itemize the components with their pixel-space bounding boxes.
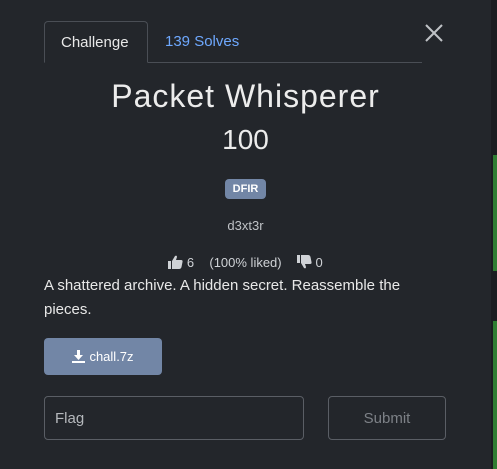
challenge-title: Packet Whisperer xyxy=(111,78,380,114)
submit-button[interactable]: Submit xyxy=(328,396,446,440)
challenge-author: d3xt3r xyxy=(227,218,264,233)
category-badge: DFIR xyxy=(225,179,266,199)
challenge-points: 100 xyxy=(222,124,269,155)
rating-row: 6 (100% liked) 0 xyxy=(0,255,491,272)
tab-bar: Challenge 139 Solves xyxy=(44,21,422,63)
flag-input[interactable] xyxy=(44,396,304,440)
download-file-label: chall.7z xyxy=(89,349,134,364)
dislikes-count: 0 xyxy=(315,255,323,270)
download-file-button[interactable]: chall.7z xyxy=(44,338,162,375)
challenge-modal: Challenge 139 Solves Packet Whisperer 10… xyxy=(0,0,497,469)
background-accent-bottom xyxy=(493,321,497,469)
like-percent: (100% liked) xyxy=(209,255,282,270)
likes-count: 6 xyxy=(186,255,195,270)
challenge-description: A shattered archive. A hidden secret. Re… xyxy=(44,277,401,318)
close-button[interactable] xyxy=(423,22,445,44)
close-icon xyxy=(425,24,443,42)
thumbs-down-icon[interactable] xyxy=(296,255,312,272)
tab-solves[interactable]: 139 Solves xyxy=(149,21,255,62)
tab-challenge[interactable]: Challenge xyxy=(44,21,148,63)
download-icon xyxy=(72,340,86,377)
thumbs-up-icon[interactable] xyxy=(168,255,183,272)
background-accent-top xyxy=(493,155,497,271)
